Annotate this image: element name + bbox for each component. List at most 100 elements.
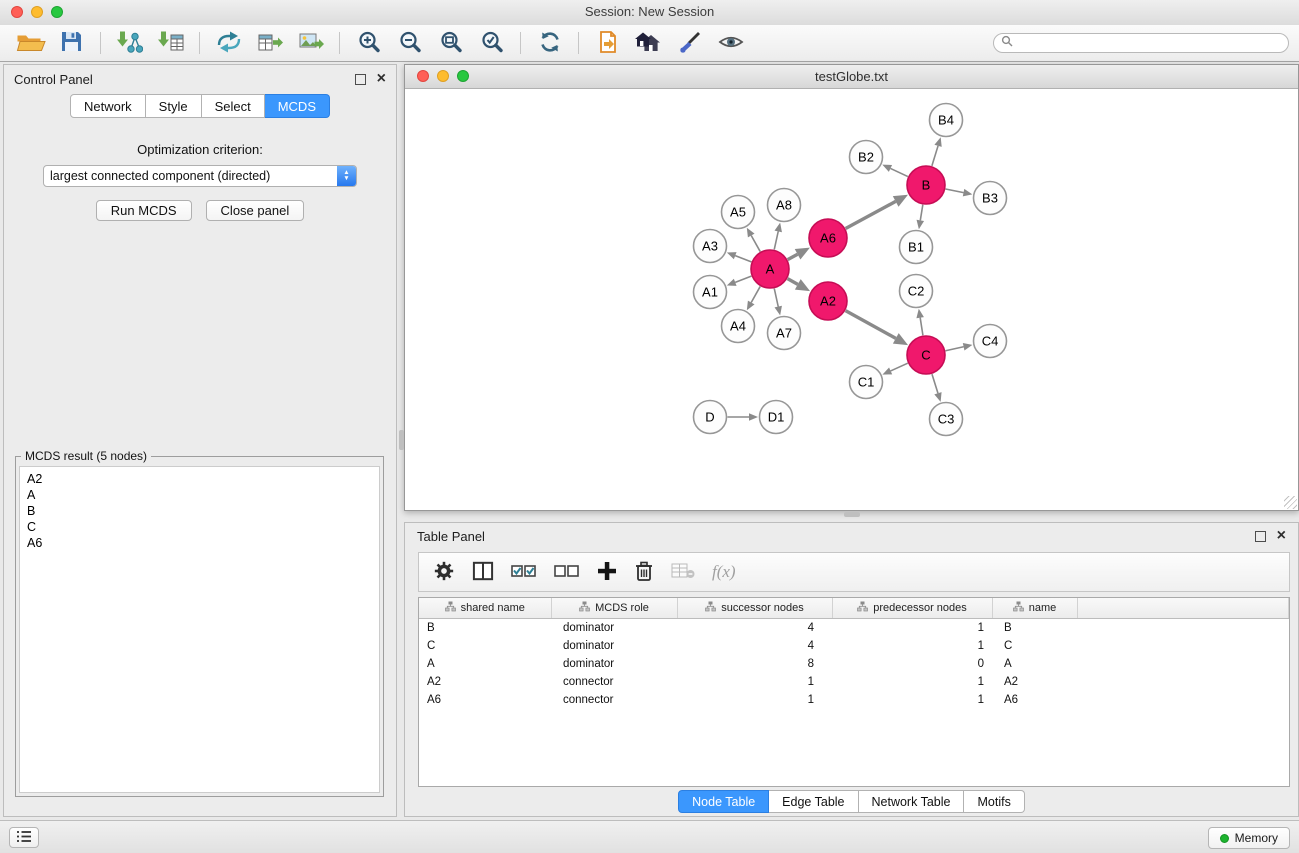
column-header-predecessor-nodes[interactable]: predecessor nodes: [832, 598, 992, 618]
unselect-all-button[interactable]: [554, 562, 580, 583]
graph-node-C[interactable]: C: [907, 336, 945, 374]
float-panel-icon[interactable]: [1255, 531, 1266, 542]
result-item[interactable]: A2: [27, 471, 372, 487]
graph-edge-C-C2[interactable]: [920, 318, 923, 336]
table-row[interactable]: A2connector11A2: [419, 673, 1289, 691]
tab-mcds[interactable]: MCDS: [265, 94, 330, 118]
table-cell[interactable]: 1: [832, 673, 992, 691]
graph-edge-C-C4[interactable]: [946, 347, 964, 351]
table-cell[interactable]: dominator: [551, 655, 677, 673]
window-resize-handle[interactable]: [1284, 496, 1297, 509]
table-cell[interactable]: B: [992, 618, 1077, 637]
table-cell[interactable]: 1: [832, 691, 992, 709]
close-panel-icon[interactable]: ×: [377, 74, 386, 84]
table-cell[interactable]: 1: [832, 637, 992, 655]
graph-node-A7[interactable]: A7: [768, 317, 801, 350]
table-cell[interactable]: 1: [677, 673, 832, 691]
column-header-name[interactable]: name: [992, 598, 1077, 618]
graph-node-B4[interactable]: B4: [930, 104, 963, 137]
panel-splitter-grip-vertical[interactable]: [399, 430, 404, 450]
graph-node-A8[interactable]: A8: [768, 189, 801, 222]
table-row[interactable]: A6connector11A6: [419, 691, 1289, 709]
graph-node-A1[interactable]: A1: [694, 276, 727, 309]
apply-layout-button[interactable]: [529, 28, 570, 58]
column-header-successor-nodes[interactable]: successor nodes: [677, 598, 832, 618]
column-header-MCDS-role[interactable]: MCDS role: [551, 598, 677, 618]
graph-node-B[interactable]: B: [907, 166, 945, 204]
graph-node-B1[interactable]: B1: [900, 231, 933, 264]
graph-edge-B-B3[interactable]: [946, 189, 964, 193]
graph-node-A3[interactable]: A3: [694, 230, 727, 263]
table-row[interactable]: Cdominator41C: [419, 637, 1289, 655]
result-item[interactable]: C: [27, 519, 372, 535]
show-column-button[interactable]: [472, 561, 494, 584]
table-cell[interactable]: A: [419, 655, 551, 673]
table-cell[interactable]: connector: [551, 673, 677, 691]
result-item[interactable]: A: [27, 487, 372, 503]
graph-edge-A-A3[interactable]: [735, 256, 751, 262]
zoom-fit-button[interactable]: [430, 28, 471, 58]
table-cell[interactable]: connector: [551, 691, 677, 709]
network-canvas[interactable]: B4B2BB3A5A8A6A3B1AC2A1A2A4A7C4CC1C3DD1: [405, 88, 1298, 510]
table-cell[interactable]: dominator: [551, 637, 677, 655]
table-cell[interactable]: 1: [832, 618, 992, 637]
graph-edge-A6-B[interactable]: [846, 201, 896, 228]
table-cell[interactable]: B: [419, 618, 551, 637]
panel-splitter-grip-horizontal[interactable]: [844, 512, 860, 517]
criterion-dropdown[interactable]: largest connected component (directed) ▲…: [43, 165, 357, 187]
table-settings-button[interactable]: [433, 560, 455, 585]
graph-node-A2[interactable]: A2: [809, 282, 847, 320]
zoom-out-button[interactable]: [389, 28, 430, 58]
tab-network[interactable]: Network: [70, 94, 146, 118]
open-file-button[interactable]: [10, 28, 51, 58]
memory-button[interactable]: Memory: [1208, 827, 1290, 849]
import-network-button[interactable]: [109, 28, 150, 58]
tab-motifs[interactable]: Motifs: [964, 790, 1024, 813]
graph-edge-A-A1[interactable]: [735, 276, 751, 282]
graph-node-A5[interactable]: A5: [722, 196, 755, 229]
export-image-button[interactable]: [290, 28, 331, 58]
graph-node-D1[interactable]: D1: [760, 401, 793, 434]
graph-edge-B-B4[interactable]: [932, 146, 938, 166]
graph-node-A4[interactable]: A4: [722, 310, 755, 343]
tab-node-table[interactable]: Node Table: [678, 790, 769, 813]
tab-network-table[interactable]: Network Table: [859, 790, 965, 813]
table-cell[interactable]: dominator: [551, 618, 677, 637]
graph-edge-C-C1[interactable]: [891, 363, 908, 371]
table-cell[interactable]: C: [419, 637, 551, 655]
graph-node-C1[interactable]: C1: [850, 366, 883, 399]
first-neighbors-button[interactable]: [628, 28, 669, 58]
tab-edge-table[interactable]: Edge Table: [769, 790, 858, 813]
graph-edge-A-A2[interactable]: [788, 279, 798, 285]
search-input[interactable]: [1018, 35, 1281, 51]
result-item[interactable]: A6: [27, 535, 372, 551]
close-panel-icon[interactable]: ×: [1277, 531, 1286, 541]
search-box[interactable]: [993, 33, 1289, 53]
graph-edge-A-A7[interactable]: [774, 289, 778, 307]
table-row[interactable]: Adominator80A: [419, 655, 1289, 673]
zoom-in-button[interactable]: [348, 28, 389, 58]
zoom-selected-button[interactable]: [471, 28, 512, 58]
apply-style-button[interactable]: [669, 28, 710, 58]
table-cell[interactable]: 4: [677, 637, 832, 655]
delete-table-button[interactable]: [671, 561, 695, 584]
import-table-button[interactable]: [150, 28, 191, 58]
new-network-view-button[interactable]: [587, 28, 628, 58]
graph-edge-A-A8[interactable]: [774, 231, 778, 249]
column-header-shared-name[interactable]: shared name: [419, 598, 551, 618]
export-network-button[interactable]: [208, 28, 249, 58]
graph-edge-A-A6[interactable]: [788, 254, 798, 259]
table-cell[interactable]: 1: [677, 691, 832, 709]
float-panel-icon[interactable]: [355, 74, 366, 85]
show-graphics-details-button[interactable]: [710, 28, 751, 58]
add-column-button[interactable]: [597, 561, 617, 584]
graph-node-A[interactable]: A: [751, 250, 789, 288]
select-all-button[interactable]: [511, 562, 537, 583]
table-cell[interactable]: A: [992, 655, 1077, 673]
graph-node-B3[interactable]: B3: [974, 182, 1007, 215]
graph-edge-A-A5[interactable]: [751, 236, 760, 252]
table-cell[interactable]: A2: [419, 673, 551, 691]
table-cell[interactable]: C: [992, 637, 1077, 655]
table-row[interactable]: Bdominator41B: [419, 618, 1289, 637]
save-session-button[interactable]: [51, 28, 92, 58]
